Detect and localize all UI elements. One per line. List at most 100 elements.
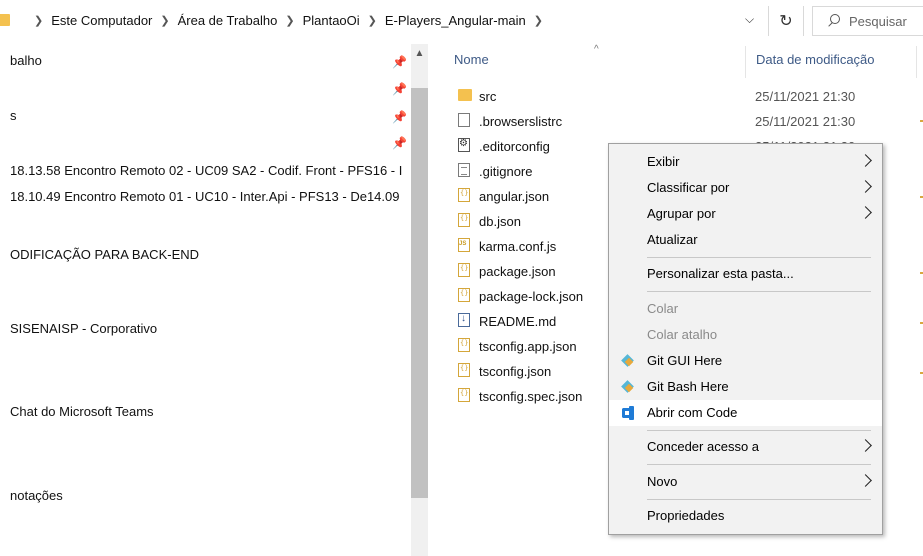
menu-item-agrupar-por[interactable]: Agrupar por xyxy=(609,201,882,227)
git-icon xyxy=(621,354,635,368)
menu-item-personalizar[interactable]: Personalizar esta pasta... xyxy=(609,261,882,287)
menu-item-label: Git Bash Here xyxy=(647,379,729,394)
menu-item-abrir-com-code[interactable]: Abrir com Code xyxy=(609,400,882,426)
menu-separator xyxy=(647,257,871,258)
nav-item[interactable]: ODIFICAÇÃO PARA BACK-END xyxy=(10,247,199,262)
markdown-file-icon xyxy=(458,313,470,327)
git-icon xyxy=(621,380,635,394)
scroll-up-icon[interactable]: ▲ xyxy=(411,48,428,60)
breadcrumb-area-de-trabalho[interactable]: Área de Trabalho xyxy=(178,13,278,28)
chevron-right-icon xyxy=(859,204,873,222)
menu-item-git-bash[interactable]: Git Bash Here xyxy=(609,374,882,400)
file-date: 25/11/2021 21:30 xyxy=(755,89,856,104)
file-name: .browserslistrc xyxy=(479,114,563,129)
menu-item-conceder-acesso[interactable]: Conceder acesso a xyxy=(609,434,882,460)
file-date: 25/11/2021 21:30 xyxy=(755,114,856,129)
nav-item[interactable]: 18.10.49 Encontro Remoto 01 - UC10 - Int… xyxy=(10,189,400,204)
nav-item[interactable]: Chat do Microsoft Teams xyxy=(10,404,154,419)
nav-item[interactable]: notações xyxy=(10,488,63,503)
refresh-button[interactable]: ↻ xyxy=(768,6,804,36)
column-divider[interactable] xyxy=(745,46,746,78)
context-menu: Exibir Classificar por Agrupar por Atual… xyxy=(608,143,883,535)
search-input[interactable]: Pesquisar xyxy=(849,14,907,29)
file-row[interactable]: .browserslistrc 25/11/2021 21:30 xyxy=(438,108,923,133)
file-name: package-lock.json xyxy=(479,289,584,304)
menu-item-label: Classificar por xyxy=(647,180,730,195)
file-name: tsconfig.app.json xyxy=(479,339,577,354)
breadcrumb-este-computador[interactable]: Este Computador xyxy=(51,13,152,28)
breadcrumb-chevron-icon[interactable]: ❯ xyxy=(34,14,43,27)
address-history-dropdown-icon[interactable]: ⌵ xyxy=(745,12,754,27)
pin-icon: 📌 xyxy=(392,82,407,96)
menu-item-atualizar[interactable]: Atualizar xyxy=(609,227,882,253)
menu-item-label: Exibir xyxy=(647,154,680,169)
file-name: karma.conf.js xyxy=(479,239,557,254)
file-name: db.json xyxy=(479,214,521,229)
config-file-icon xyxy=(458,138,470,152)
menu-item-label: Colar atalho xyxy=(647,327,718,342)
chevron-right-icon xyxy=(859,472,873,490)
sort-ascending-icon: ^ xyxy=(594,44,599,55)
menu-item-label: Abrir com Code xyxy=(647,405,738,420)
menu-item-colar-atalho[interactable]: Colar atalho xyxy=(609,322,882,348)
nav-item[interactable]: balho xyxy=(10,53,42,68)
vscode-icon xyxy=(621,406,635,420)
json-file-icon xyxy=(458,363,470,377)
chevron-right-icon xyxy=(859,437,873,455)
breadcrumb-chevron-icon[interactable]: ❯ xyxy=(534,14,543,27)
menu-item-label: Agrupar por xyxy=(647,206,716,221)
breadcrumb-plantaooi[interactable]: PlantaoOi xyxy=(303,13,360,28)
chevron-right-icon xyxy=(859,178,873,196)
file-name: package.json xyxy=(479,264,556,279)
nav-item[interactable]: s xyxy=(10,108,17,123)
breadcrumb-e-players[interactable]: E-Players_Angular-main xyxy=(385,13,526,28)
chevron-right-icon xyxy=(859,152,873,170)
pin-icon: 📌 xyxy=(392,110,407,124)
json-file-icon xyxy=(458,388,470,402)
file-name: .editorconfig xyxy=(479,139,550,154)
nav-item[interactable]: 18.13.58 Encontro Remoto 02 - UC09 SA2 -… xyxy=(10,163,402,178)
column-header-name[interactable]: Nome xyxy=(454,52,489,67)
file-name: tsconfig.spec.json xyxy=(479,389,583,404)
json-file-icon xyxy=(458,288,470,302)
menu-item-novo[interactable]: Novo xyxy=(609,469,882,495)
file-name: tsconfig.json xyxy=(479,364,552,379)
search-box[interactable]: Pesquisar xyxy=(812,6,923,36)
json-file-icon xyxy=(458,263,470,277)
menu-separator xyxy=(647,430,871,431)
menu-item-propriedades[interactable]: Propriedades xyxy=(609,503,882,529)
js-file-icon xyxy=(458,238,470,252)
folder-icon xyxy=(0,14,10,26)
folder-icon xyxy=(458,89,472,101)
menu-item-label: Atualizar xyxy=(647,232,698,247)
breadcrumb-chevron-icon[interactable]: ❯ xyxy=(160,14,169,27)
menu-item-git-gui[interactable]: Git GUI Here xyxy=(609,348,882,374)
breadcrumb-chevron-icon[interactable]: ❯ xyxy=(285,14,294,27)
json-file-icon xyxy=(458,213,470,227)
menu-item-classificar-por[interactable]: Classificar por xyxy=(609,175,882,201)
menu-item-colar[interactable]: Colar xyxy=(609,296,882,322)
breadcrumb-chevron-icon[interactable]: ❯ xyxy=(368,14,377,27)
column-divider[interactable] xyxy=(916,46,917,78)
nav-scrollbar-thumb[interactable] xyxy=(411,88,428,498)
text-file-icon xyxy=(458,163,470,177)
menu-item-label: Conceder acesso a xyxy=(647,439,760,454)
file-row[interactable]: src 25/11/2021 21:30 xyxy=(438,83,923,108)
menu-separator xyxy=(647,291,871,292)
json-file-icon xyxy=(458,188,470,202)
menu-item-exibir[interactable]: Exibir xyxy=(609,149,882,175)
refresh-icon: ↻ xyxy=(779,13,793,30)
menu-item-label: Propriedades xyxy=(647,508,725,523)
menu-separator xyxy=(647,499,871,500)
nav-item[interactable]: SISENAISP - Corporativo xyxy=(10,321,157,336)
file-name: .gitignore xyxy=(479,164,533,179)
file-name: README.md xyxy=(479,314,557,329)
address-bar: ❯ Este Computador ❯ Área de Trabalho ❯ P… xyxy=(0,0,923,44)
search-icon xyxy=(827,14,841,28)
column-header-modified[interactable]: Data de modificação xyxy=(756,52,875,67)
menu-item-label: Git GUI Here xyxy=(647,353,723,368)
menu-item-label: Colar xyxy=(647,301,679,316)
file-name: angular.json xyxy=(479,189,550,204)
menu-item-label: Novo xyxy=(647,474,678,489)
json-file-icon xyxy=(458,338,470,352)
